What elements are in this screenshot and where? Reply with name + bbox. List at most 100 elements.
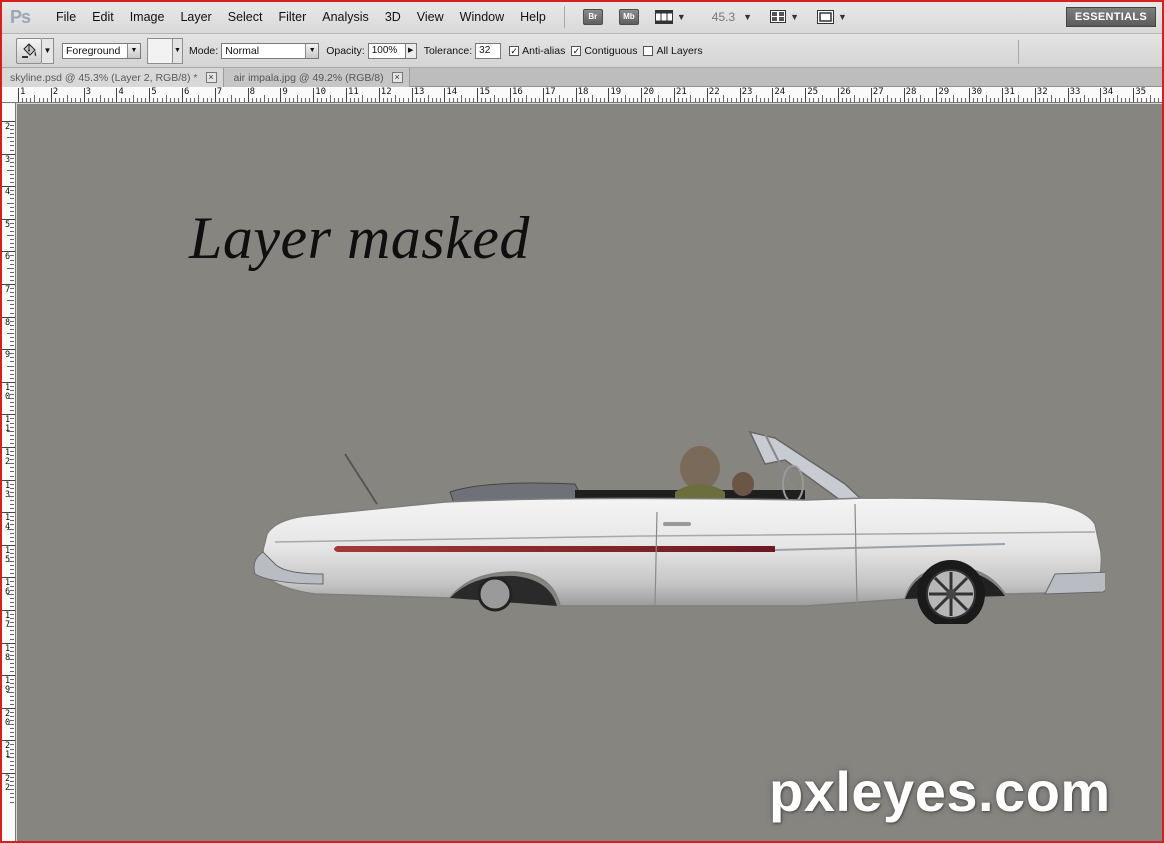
- pattern-chevron-icon[interactable]: ▼: [173, 37, 183, 64]
- ruler-minor-tick: [10, 336, 14, 338]
- contiguous-checkbox[interactable]: ✓ Contiguous: [571, 45, 637, 57]
- ruler-minor-tick: [366, 98, 368, 102]
- ruler-minor-tick: [10, 752, 14, 754]
- tolerance-input[interactable]: 32: [475, 42, 502, 59]
- ruler-minor-tick: [10, 618, 14, 620]
- document-canvas[interactable]: Layer masked pxleyes.com: [17, 104, 1162, 841]
- ruler-minor-tick: [10, 341, 14, 343]
- ruler-minor-tick: [124, 98, 126, 102]
- ruler-minor-tick: [350, 98, 352, 102]
- tab-skyline-psd[interactable]: skyline.psd @ 45.3% (Layer 2, RGB/8) * ×: [0, 68, 224, 87]
- ruler-minor-tick: [26, 98, 28, 102]
- ruler-minor-tick: [7, 528, 14, 530]
- ruler-minor-tick: [10, 552, 14, 554]
- menu-edit[interactable]: Edit: [84, 0, 122, 34]
- ruler-minor-tick: [10, 548, 14, 550]
- zoom-level[interactable]: 45.3: [712, 10, 735, 24]
- pattern-picker[interactable]: [147, 37, 173, 64]
- zoom-dropdown-chevron-icon[interactable]: ▼: [743, 12, 752, 22]
- ruler-minor-tick: [760, 98, 762, 102]
- menu-select[interactable]: Select: [220, 0, 271, 34]
- fill-source-select[interactable]: Foreground ▼: [62, 42, 141, 59]
- ruler-minor-tick: [10, 557, 14, 559]
- menu-filter[interactable]: Filter: [270, 0, 314, 34]
- ruler-minor-tick: [10, 271, 14, 273]
- tool-preset-chevron-icon[interactable]: ▼: [42, 37, 54, 64]
- blend-mode-select[interactable]: Normal ▼: [221, 42, 320, 59]
- workspace-switcher-button[interactable]: ESSENTIALS: [1065, 7, 1156, 27]
- close-icon[interactable]: ×: [391, 72, 403, 83]
- ruler-minor-tick: [559, 95, 561, 102]
- ruler-minor-tick: [440, 98, 442, 102]
- opacity-input[interactable]: 100%: [367, 42, 406, 59]
- contiguous-label: Contiguous: [584, 44, 638, 57]
- menu-layer[interactable]: Layer: [172, 0, 219, 34]
- ruler-minor-tick: [887, 95, 889, 102]
- ruler-minor-tick: [1137, 98, 1139, 102]
- launch-bridge-button[interactable]: Br: [582, 8, 603, 25]
- close-icon[interactable]: ×: [205, 72, 217, 83]
- ruler-minor-tick: [10, 565, 14, 567]
- ruler-minor-tick: [965, 98, 967, 102]
- ruler-minor-tick: [1112, 98, 1114, 102]
- ruler-minor-tick: [223, 98, 224, 102]
- ruler-minor-tick: [10, 161, 14, 163]
- ruler-minor-tick: [10, 540, 14, 542]
- ruler-minor-tick: [514, 98, 516, 102]
- horizontal-ruler[interactable]: 1 2 3 4 5 6 7 8 9 10 11 12 13 14 15 16 17 18 19 20 21 22 23 24 2…: [0, 87, 1164, 103]
- ruler-minor-tick: [481, 98, 483, 102]
- ruler-minor-tick: [469, 98, 470, 102]
- all-layers-checkbox[interactable]: All Layers: [643, 45, 703, 57]
- screen-mode-button[interactable]: ▼: [816, 9, 847, 24]
- ruler-minor-tick: [10, 324, 14, 326]
- tool-preset-picker[interactable]: [16, 37, 42, 64]
- launch-minibridge-button[interactable]: Mb: [618, 8, 639, 25]
- menu-analysis[interactable]: Analysis: [314, 0, 377, 34]
- menu-help[interactable]: Help: [512, 0, 554, 34]
- ruler-minor-tick: [10, 442, 14, 444]
- ruler-minor-tick: [292, 98, 294, 102]
- ruler-minor-tick: [10, 173, 14, 175]
- antialias-checkbox[interactable]: ✓ Anti-alias: [509, 45, 565, 57]
- ruler-minor-tick: [10, 634, 14, 636]
- ruler-minor-tick: [10, 304, 14, 306]
- ruler-minor-tick: [977, 98, 979, 102]
- ruler-minor-tick: [10, 483, 14, 485]
- ruler-minor-tick: [1153, 98, 1155, 102]
- opacity-slider-arrow-icon[interactable]: ▶: [405, 42, 417, 59]
- view-extras-button[interactable]: ▼: [654, 9, 686, 24]
- ruler-minor-tick: [354, 98, 356, 102]
- ruler-minor-tick: [10, 402, 14, 404]
- ruler-minor-tick: [686, 98, 688, 102]
- ruler-minor-tick: [7, 626, 14, 628]
- ruler-minor-tick: [284, 98, 286, 102]
- ruler-minor-tick: [1071, 98, 1073, 102]
- ruler-minor-tick: [10, 369, 14, 371]
- menu-window[interactable]: Window: [452, 0, 512, 34]
- ruler-minor-tick: [268, 98, 270, 102]
- ruler-minor-tick: [10, 585, 14, 587]
- options-bar: ▼ Foreground ▼ ▼ Mode: Normal ▼ Opacity:…: [0, 34, 1164, 68]
- ruler-minor-tick: [1030, 98, 1032, 102]
- menu-3d[interactable]: 3D: [377, 0, 409, 34]
- screen-mode-icon: [816, 9, 834, 24]
- ruler-minor-tick: [1063, 98, 1065, 102]
- vertical-ruler[interactable]: 2 3 4 5 6 7 8 9 10 11 12 13 14 15 16 17 18 19 20 21 22: [0, 103, 16, 843]
- ruler-minor-tick: [10, 149, 14, 151]
- ruler-minor-tick: [7, 724, 14, 726]
- menu-image[interactable]: Image: [122, 0, 173, 34]
- ruler-minor-tick: [1084, 95, 1085, 102]
- ruler-minor-tick: [907, 98, 909, 102]
- ruler-minor-tick: [10, 760, 14, 762]
- ruler-minor-tick: [1149, 95, 1151, 102]
- ruler-minor-tick: [1038, 98, 1040, 102]
- ruler-minor-tick: [620, 98, 622, 102]
- tab-air-impala-jpg[interactable]: air impala.jpg @ 49.2% (RGB/8) ×: [223, 68, 410, 87]
- ruler-minor-tick: [756, 95, 757, 102]
- arrange-documents-button[interactable]: ▼: [770, 10, 799, 23]
- menu-file[interactable]: File: [48, 0, 84, 34]
- ruler-minor-tick: [415, 98, 417, 102]
- ruler-minor-tick: [10, 781, 14, 783]
- menu-view[interactable]: View: [409, 0, 452, 34]
- ruler-minor-tick: [1055, 98, 1057, 102]
